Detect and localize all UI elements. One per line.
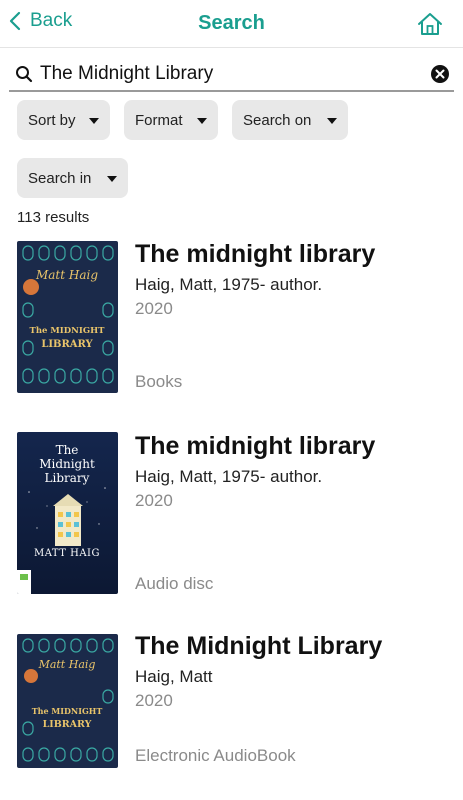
page-title: Search [198,12,265,34]
cover-title-line1: The MIDNIGHT [30,326,106,336]
results-count: 113 results [17,209,90,226]
result-year: 2020 [135,491,173,510]
result-author: Haig, Matt, 1975- author. [135,275,323,294]
result-title: The midnight library [135,432,376,460]
caret-down-icon [327,118,337,124]
search-bar [9,56,454,92]
search-input[interactable] [40,60,420,88]
result-title: The Midnight Library [135,632,383,660]
cover-title-line2: LIBRARY [43,719,92,730]
search-on-dropdown[interactable]: Search on [232,100,348,140]
search-in-dropdown[interactable]: Search in [17,158,128,198]
caret-down-icon [197,118,207,124]
cover-title-line2: Midnight [39,457,95,471]
result-item[interactable]: Matt Haig The MIDNIGHT LIBRARY The midni… [0,240,463,400]
result-item[interactable]: The Midnight Library MATT HAIG The midni… [0,432,463,594]
home-icon[interactable] [417,12,443,36]
sort-by-dropdown[interactable]: Sort by [17,100,110,140]
nav-bar: Back Search [0,0,463,48]
result-format: Audio disc [135,574,214,593]
cover-title-line1: The MIDNIGHT [32,706,103,716]
result-author: Haig, Matt [135,667,213,686]
result-format: Books [135,372,183,391]
cover-title-line2: LIBRARY [41,339,93,350]
book-cover: The Midnight Library MATT HAIG [17,432,118,594]
sort-by-label: Sort by [28,111,76,129]
search-icon [16,66,33,83]
book-cover: Matt Haig The MIDNIGHT LIBRARY [17,634,118,768]
result-format: Electronic AudioBook [135,746,296,765]
result-year: 2020 [135,299,173,318]
cover-author: MATT HAIG [34,548,100,559]
cover-author: Matt Haig [35,268,98,282]
caret-down-icon [89,118,99,124]
cover-author: Matt Haig [38,658,96,671]
format-label: Format [135,111,183,129]
result-year: 2020 [135,691,173,710]
result-author: Haig, Matt, 1975- author. [135,467,323,486]
search-in-label: Search in [28,169,92,187]
result-title: The midnight library [135,240,376,268]
clear-icon[interactable] [431,65,449,83]
result-item[interactable]: Matt Haig The MIDNIGHT LIBRARY The Midni… [0,632,463,772]
book-cover: Matt Haig The MIDNIGHT LIBRARY [17,241,118,393]
search-on-label: Search on [243,111,312,129]
cover-title-line1: The [56,443,79,457]
cover-title-line3: Library [45,471,90,485]
caret-down-icon [107,176,117,182]
format-dropdown[interactable]: Format [124,100,218,140]
